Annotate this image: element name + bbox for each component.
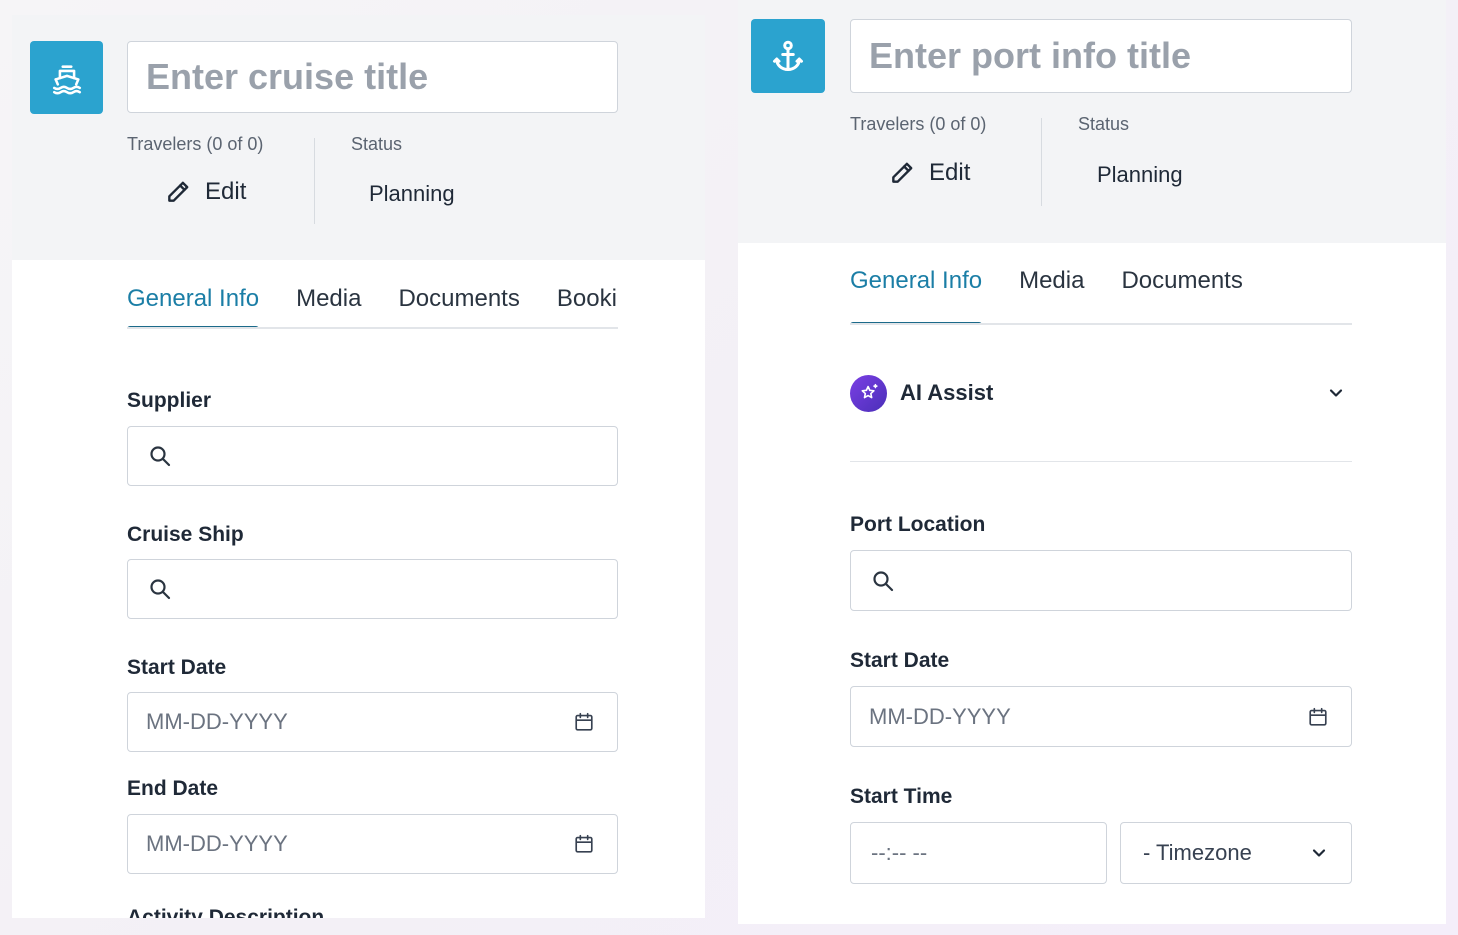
port-location-label: Port Location	[850, 513, 986, 536]
supplier-field[interactable]	[127, 426, 618, 486]
port-tabs: General Info Media Documents	[850, 267, 1352, 325]
cruise-ship-field[interactable]	[127, 559, 618, 619]
port-panel: Travelers (0 of 0) Edit Status Planning …	[738, 0, 1446, 924]
tab-general-info[interactable]: General Info	[127, 285, 296, 327]
tab-documents[interactable]: Documents	[1121, 267, 1279, 323]
activity-description-label: Activity Description	[127, 906, 325, 918]
start-date-label: Start Date	[127, 656, 227, 679]
sparkle-star-icon	[850, 374, 887, 412]
calendar-icon[interactable]	[1307, 706, 1333, 728]
status-value: Planning	[369, 181, 455, 206]
cruise-tabs: General Info Media Documents Booking	[127, 285, 618, 329]
port-location-input[interactable]	[897, 551, 1351, 610]
ship-icon	[30, 41, 103, 114]
tab-booking[interactable]: Booking	[557, 285, 618, 327]
start-date-field[interactable]	[127, 692, 618, 752]
timezone-select[interactable]: - Timezone	[1120, 822, 1352, 884]
end-date-input[interactable]	[128, 815, 573, 873]
ai-assist-toggle[interactable]: AI Assist	[850, 363, 1352, 423]
pencil-icon	[889, 160, 915, 186]
cruise-ship-label: Cruise Ship	[127, 523, 244, 546]
ai-divider	[850, 461, 1352, 462]
cruise-ship-input[interactable]	[174, 560, 617, 618]
chevron-down-icon[interactable]	[1326, 383, 1346, 408]
status-label: Status	[1078, 114, 1130, 134]
end-date-field[interactable]	[127, 814, 618, 874]
search-icon	[148, 577, 174, 601]
edit-label: Edit	[205, 178, 247, 205]
start-time-input[interactable]	[851, 823, 1159, 883]
cruise-title-input[interactable]	[127, 41, 618, 113]
start-date-label: Start Date	[850, 649, 950, 672]
start-date-input[interactable]	[128, 693, 573, 751]
port-title-input[interactable]	[850, 19, 1352, 93]
status-value: Planning	[1097, 162, 1183, 187]
chevron-down-icon	[1309, 843, 1335, 863]
travelers-label: Travelers (0 of 0)	[850, 114, 987, 134]
pencil-icon	[165, 179, 191, 205]
meta-divider	[1041, 118, 1042, 206]
calendar-icon[interactable]	[573, 711, 599, 733]
search-icon	[148, 444, 174, 468]
anchor-icon	[751, 19, 825, 93]
start-date-field[interactable]	[850, 686, 1352, 747]
end-date-label: End Date	[127, 777, 219, 800]
tab-media[interactable]: Media	[1019, 267, 1121, 323]
supplier-input[interactable]	[174, 427, 617, 485]
search-icon	[871, 569, 897, 593]
start-time-field[interactable]	[850, 822, 1183, 884]
travelers-label: Travelers (0 of 0)	[127, 134, 264, 154]
ai-assist-label: AI Assist	[900, 380, 994, 405]
edit-label: Edit	[929, 159, 971, 186]
tab-media[interactable]: Media	[296, 285, 398, 327]
port-location-field[interactable]	[850, 550, 1352, 611]
edit-travelers-button[interactable]: Edit	[165, 178, 246, 206]
timezone-value: - Timezone	[1143, 840, 1252, 865]
calendar-icon[interactable]	[573, 833, 599, 855]
start-time-label: Start Time	[850, 785, 953, 808]
tab-documents[interactable]: Documents	[398, 285, 556, 327]
status-label: Status	[351, 134, 403, 154]
meta-divider	[314, 138, 315, 224]
start-date-input[interactable]	[851, 687, 1307, 746]
edit-travelers-button[interactable]: Edit	[889, 159, 970, 187]
cruise-panel: Travelers (0 of 0) Edit Status Planning …	[12, 15, 705, 918]
supplier-label: Supplier	[127, 389, 212, 412]
tab-general-info[interactable]: General Info	[850, 267, 1019, 323]
